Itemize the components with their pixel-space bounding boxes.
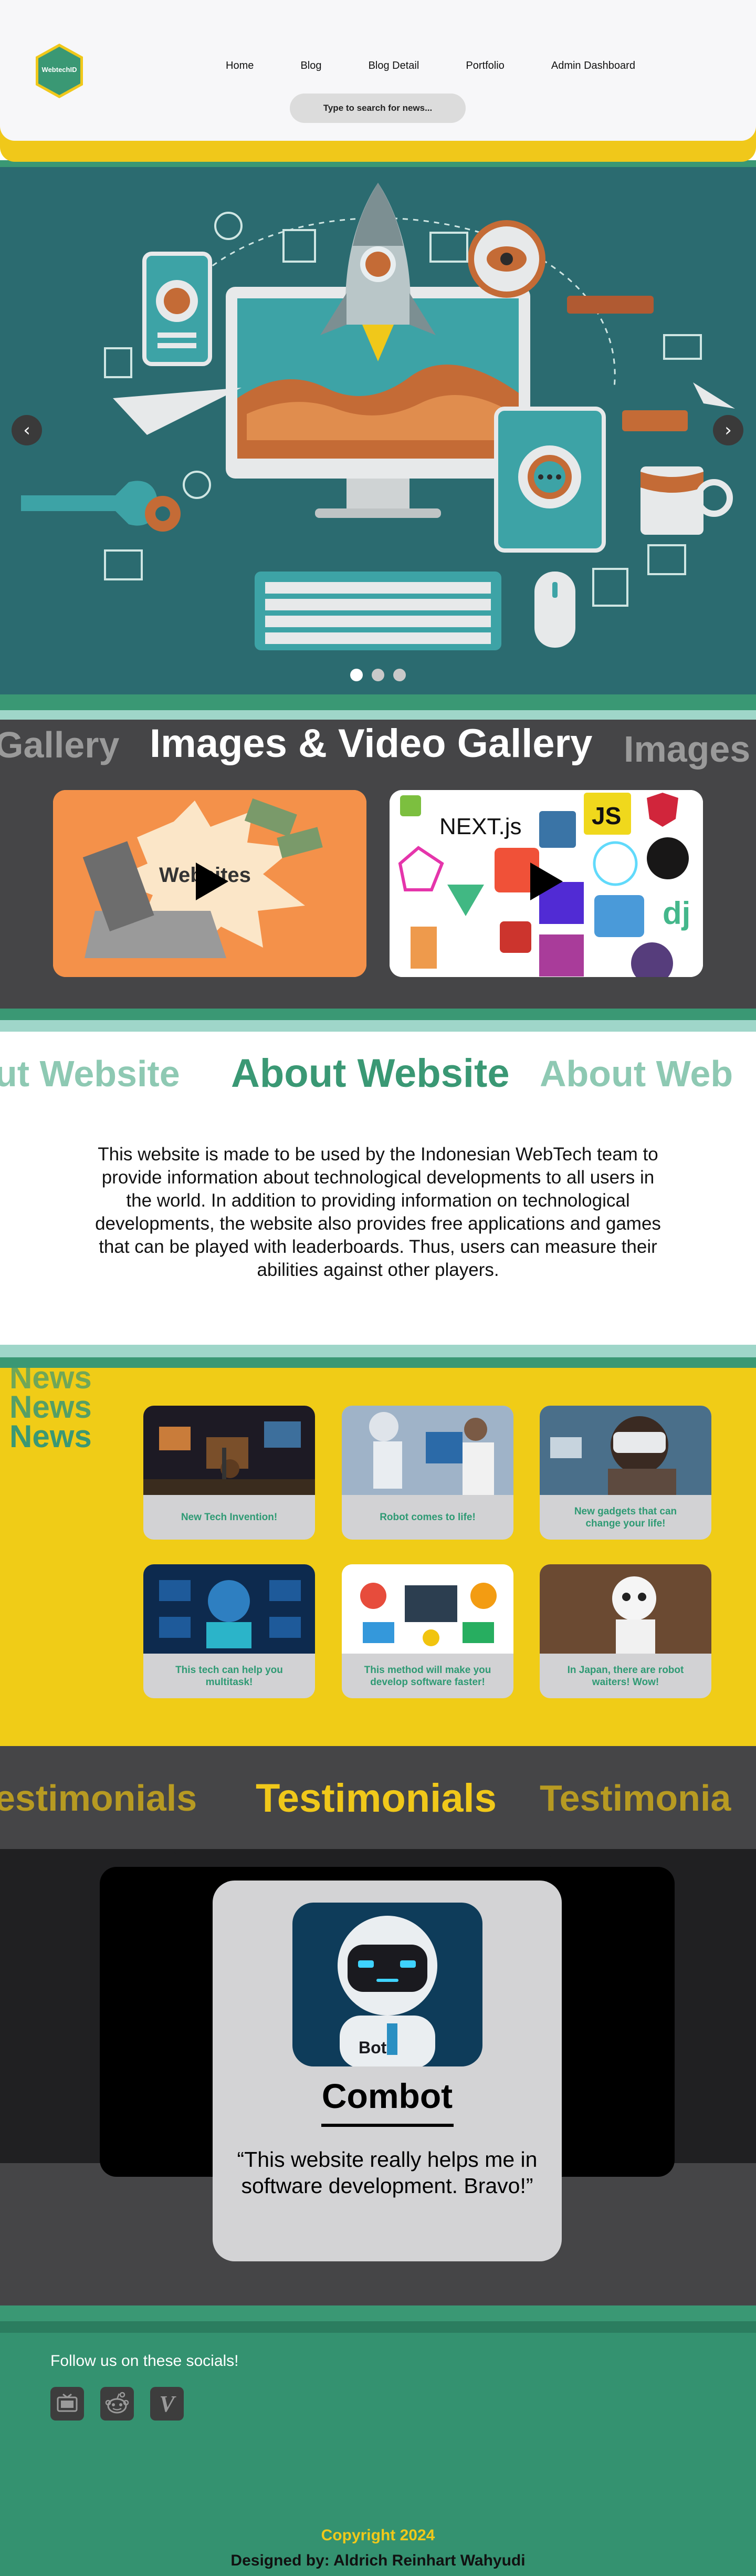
news-image-tech-invention xyxy=(143,1406,315,1495)
news-image-robot xyxy=(342,1406,513,1495)
logo-text: WebtechID xyxy=(41,66,77,74)
carousel-dot-3[interactable] xyxy=(393,669,406,681)
news-card[interactable]: Robot comes to life! xyxy=(342,1406,513,1540)
carousel-prev-button[interactable]: ‹ xyxy=(12,415,42,445)
svg-text:dj: dj xyxy=(663,896,690,931)
news-card[interactable]: In Japan, there are robot waiters! Wow! xyxy=(540,1564,711,1698)
testimonials-marquee-left: estimonials xyxy=(0,1778,197,1819)
designer-credit: Designed by: Aldrich Reinhart Wahyudi xyxy=(230,2552,526,2569)
social-tv-button[interactable] xyxy=(50,2387,84,2421)
news-card[interactable]: New gadgets that can change your life! xyxy=(540,1406,711,1540)
avatar-badge: Bot xyxy=(359,2038,387,2057)
play-icon xyxy=(530,863,563,900)
hero-divider-green xyxy=(0,694,756,710)
copyright: Copyright 2024 xyxy=(321,2527,435,2544)
news-caption: Robot comes to life! xyxy=(380,1512,476,1523)
avatar: Bot xyxy=(292,1903,482,2066)
news-title: News News News xyxy=(9,1360,92,1454)
gallery-video-frameworks[interactable]: JS dj NEXT.js xyxy=(390,790,703,977)
vimeo-icon: V xyxy=(159,2391,175,2417)
gallery-marquee-right: Images xyxy=(624,729,751,770)
news-image-robot-waiter xyxy=(540,1564,711,1654)
carousel-dot-1[interactable] xyxy=(350,669,363,681)
gallery-video-websites[interactable]: Websites xyxy=(53,790,366,977)
gallery-divider-green xyxy=(0,1009,756,1020)
social-vimeo-button[interactable]: V xyxy=(150,2387,184,2421)
header-accent-yellow xyxy=(0,141,756,162)
gallery-divider-teal xyxy=(0,1020,756,1032)
nav-portfolio[interactable]: Portfolio xyxy=(466,60,504,72)
news-card[interactable]: New Tech Invention! xyxy=(143,1406,315,1540)
testimonial-quote: “This website really helps me in softwar… xyxy=(237,2147,538,2198)
search-input[interactable] xyxy=(290,94,466,123)
hero-divider-teal xyxy=(0,710,756,720)
news-caption: New Tech Invention! xyxy=(181,1512,278,1523)
testimonials-divider-green xyxy=(0,2305,756,2321)
main-nav: Home Blog Blog Detail Portfolio Admin Da… xyxy=(226,58,635,74)
footer-top-stripe xyxy=(0,2321,756,2333)
tv-icon xyxy=(57,2393,78,2412)
hero-carousel xyxy=(0,167,756,695)
about-divider-teal xyxy=(0,1345,756,1357)
chevron-left-icon: ‹ xyxy=(23,420,30,441)
news-title-line-1: News xyxy=(9,1360,92,1395)
testimonials-title: Testimonials xyxy=(256,1776,497,1821)
nextjs-label: NEXT.js xyxy=(439,814,522,839)
follow-text: Follow us on these socials! xyxy=(50,2352,239,2370)
testimonial-card: Bot Combot “This website really helps me… xyxy=(213,1881,562,2261)
news-card[interactable]: This method will make you develop softwa… xyxy=(342,1564,513,1698)
carousel-dot-2[interactable] xyxy=(372,669,384,681)
gallery-title: Images & Video Gallery xyxy=(150,721,593,766)
name-underline xyxy=(321,2124,454,2127)
reddit-icon xyxy=(105,2392,129,2414)
nav-blog[interactable]: Blog xyxy=(300,60,321,72)
about-description: This website is made to be used by the I… xyxy=(95,1144,661,1280)
news-image-gadgets xyxy=(540,1406,711,1495)
hero-illustration xyxy=(0,167,756,695)
svg-text:JS: JS xyxy=(592,802,621,829)
chevron-right-icon: › xyxy=(724,420,732,441)
social-reddit-button[interactable] xyxy=(100,2387,134,2421)
news-caption: This tech can help you multitask! xyxy=(175,1664,283,1688)
news-image-software-dev xyxy=(342,1564,513,1654)
about-title: About Website xyxy=(231,1051,510,1096)
news-caption: This method will make you develop softwa… xyxy=(364,1664,491,1688)
testimonials-marquee-right: Testimonia xyxy=(540,1778,731,1819)
carousel-next-button[interactable]: › xyxy=(713,415,743,445)
news-title-line-2: News xyxy=(9,1389,92,1425)
nav-home[interactable]: Home xyxy=(226,60,254,72)
news-card[interactable]: This tech can help you multitask! xyxy=(143,1564,315,1698)
about-marquee-left: ut Website xyxy=(0,1053,180,1094)
news-image-multitask xyxy=(143,1564,315,1654)
news-title-line-3: News xyxy=(9,1419,92,1454)
logo[interactable]: WebtechID xyxy=(30,42,88,100)
nav-admin-dashboard[interactable]: Admin Dashboard xyxy=(551,60,635,72)
news-caption: In Japan, there are robot waiters! Wow! xyxy=(567,1664,684,1688)
testimonial-name: Combot xyxy=(321,2076,453,2115)
play-icon xyxy=(196,863,228,900)
about-divider-green xyxy=(0,1357,756,1368)
nav-blog-detail[interactable]: Blog Detail xyxy=(369,60,419,72)
news-caption: New gadgets that can change your life! xyxy=(574,1505,677,1529)
about-marquee-right: About Web xyxy=(540,1053,733,1094)
gallery-marquee-left: Gallery xyxy=(0,724,120,765)
